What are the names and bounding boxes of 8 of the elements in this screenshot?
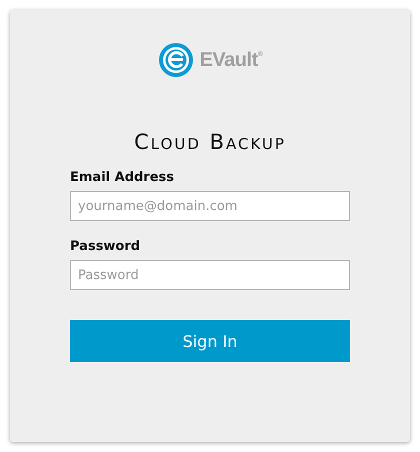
logo-text: EVault$^{®}$ xyxy=(200,48,262,72)
page-title: Cloud Backup xyxy=(134,130,286,154)
input-field[interactable]: yourname@domain.com xyxy=(70,191,350,221)
input-field[interactable]: Password xyxy=(70,260,350,290)
logo-icon xyxy=(158,42,194,78)
sign-in-button[interactable]: Sign In xyxy=(70,320,350,362)
field-label: Email Address xyxy=(70,170,176,185)
field-label: Password xyxy=(70,239,142,254)
